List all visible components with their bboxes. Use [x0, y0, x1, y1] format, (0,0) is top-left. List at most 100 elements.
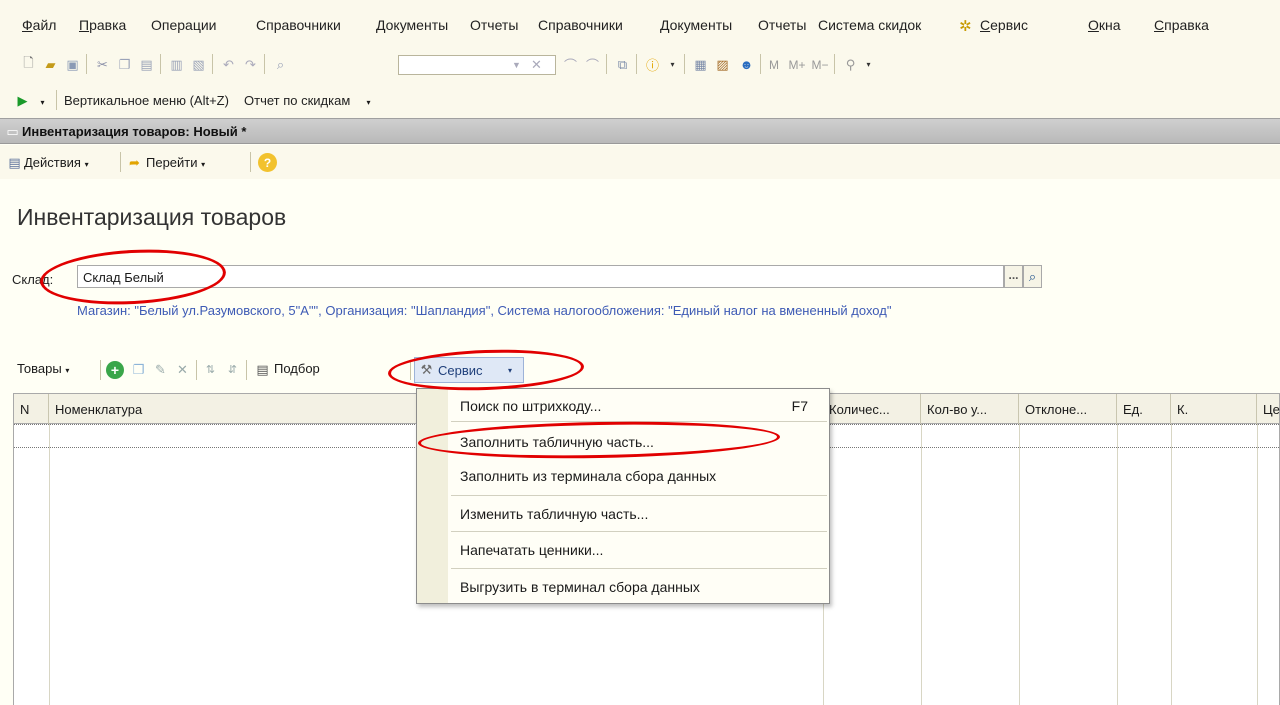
- menu-reports-2[interactable]: Отчеты: [758, 17, 806, 33]
- dropdown-arrow-icon[interactable]: ▾: [34, 94, 51, 111]
- info-icon[interactable]: ⓘ: [644, 56, 661, 73]
- copy-row-icon[interactable]: ❐: [130, 361, 147, 378]
- menu-item-upload-to-terminal[interactable]: Выгрузить в терминал сбора данных: [448, 574, 830, 600]
- menu-edit[interactable]: Правка: [79, 17, 126, 33]
- service-menu-button[interactable]: ⚒ Сервис ▾: [414, 357, 524, 383]
- warehouse-label: Склад:: [12, 272, 54, 287]
- menu-catalogs-2[interactable]: Справочники: [538, 17, 623, 33]
- warehouse-select-button[interactable]: ...: [1004, 265, 1023, 288]
- column-divider: [1257, 424, 1258, 705]
- menu-item-label: Изменить табличную часть...: [460, 506, 649, 522]
- toolbar-separator: [100, 360, 101, 380]
- calendar-icon[interactable]: ▨: [714, 56, 731, 73]
- warehouse-input[interactable]: Склад Белый: [77, 265, 1004, 288]
- warehouse-info-link[interactable]: Магазин: "Белый ул.Разумовского, 5"А"", …: [77, 303, 891, 318]
- tools-icon[interactable]: ⚲: [842, 56, 859, 73]
- dropdown-arrow-icon[interactable]: ▾: [664, 56, 681, 73]
- discount-report-button[interactable]: Отчет по скидкам: [244, 93, 350, 108]
- find-previous-icon[interactable]: ⌒: [562, 56, 579, 73]
- calculator-icon[interactable]: ▦: [692, 56, 709, 73]
- toolbar-separator: [606, 54, 607, 74]
- column-header-deviation[interactable]: Отклоне...: [1019, 394, 1117, 424]
- windows-icon[interactable]: ⧉: [614, 56, 631, 73]
- chevron-down-icon[interactable]: ▼: [508, 56, 525, 73]
- main-menu-bar: Файл Правка Операции Справочники Докумен…: [0, 0, 1280, 46]
- edit-row-icon[interactable]: ✎: [152, 361, 169, 378]
- new-document-icon[interactable]: 🗋: [20, 55, 37, 73]
- toolbar-separator: [86, 54, 87, 74]
- paste-icon[interactable]: ▤: [138, 56, 155, 73]
- menu-item-edit-table[interactable]: Изменить табличную часть...: [448, 501, 830, 527]
- memory-m-icon[interactable]: M: [766, 56, 782, 73]
- sort-descending-icon[interactable]: ⇵: [224, 361, 241, 378]
- menu-discount-system[interactable]: Система скидок: [818, 17, 921, 33]
- add-row-icon[interactable]: +: [106, 361, 124, 379]
- column-header-coefficient[interactable]: К.: [1171, 394, 1257, 424]
- dropdown-arrow-icon[interactable]: ▾: [360, 94, 377, 111]
- menu-reports[interactable]: Отчеты: [470, 17, 518, 33]
- menu-item-fill-from-terminal[interactable]: Заполнить из терминала сбора данных: [448, 463, 830, 489]
- sort-ascending-icon[interactable]: ⇅: [202, 361, 219, 378]
- toolbar-separator: [120, 152, 121, 172]
- undo-icon[interactable]: ↶: [220, 56, 237, 73]
- goods-label: Товары: [17, 361, 62, 376]
- menu-item-barcode-search[interactable]: Поиск по штрихкоду... F7: [448, 393, 830, 419]
- menu-catalogs[interactable]: Справочники: [256, 17, 341, 33]
- menu-item-fill-table[interactable]: Заполнить табличную часть...: [448, 429, 830, 455]
- menu-item-shortcut: F7: [791, 398, 808, 414]
- toolbar-separator: [636, 54, 637, 74]
- column-header-unit[interactable]: Ед.: [1117, 394, 1171, 424]
- document-actions-icon: ▤: [8, 154, 21, 170]
- menu-item-label: Заполнить табличную часть...: [460, 434, 654, 450]
- help-icon[interactable]: ?: [258, 153, 277, 172]
- menu-service[interactable]: Сервис: [980, 17, 1028, 33]
- copy-icon[interactable]: ❐: [116, 56, 133, 73]
- save-icon[interactable]: ▣: [64, 56, 81, 73]
- cut-icon[interactable]: ✂: [94, 56, 111, 73]
- column-divider: [1019, 424, 1020, 705]
- menu-item-print-price-tags[interactable]: Напечатать ценники...: [448, 537, 830, 563]
- column-header-accounted-quantity[interactable]: Кол-во у...: [921, 394, 1019, 424]
- redo-icon[interactable]: ↷: [242, 56, 259, 73]
- clear-search-icon[interactable]: ✕: [528, 56, 545, 73]
- column-header-n[interactable]: N: [14, 394, 49, 424]
- find-next-icon[interactable]: ⌒: [584, 56, 601, 73]
- goods-menu-button[interactable]: Товары ▾: [17, 361, 69, 376]
- column-divider: [1117, 424, 1118, 705]
- warehouse-open-button[interactable]: ⌕: [1023, 265, 1042, 288]
- column-header-quantity[interactable]: Количес...: [823, 394, 921, 424]
- toolbar-separator: [56, 90, 57, 110]
- goto-button[interactable]: Перейти ▾: [146, 155, 205, 170]
- menu-file[interactable]: Файл: [22, 17, 56, 33]
- print-icon[interactable]: ▥: [168, 56, 185, 73]
- document-window-title: Инвентаризация товаров: Новый *: [22, 124, 247, 139]
- document-toolbar: ▤ Действия ▾ ➦ Перейти ▾ ?: [0, 145, 1280, 179]
- menu-separator: [451, 568, 827, 569]
- column-divider: [921, 424, 922, 705]
- memory-plus-icon[interactable]: M+: [786, 56, 808, 73]
- toolbar-separator: [250, 152, 251, 172]
- delete-row-icon[interactable]: ✕: [174, 361, 191, 378]
- memory-minus-icon[interactable]: M−: [810, 56, 830, 73]
- selection-button[interactable]: Подбор: [274, 361, 320, 376]
- dropdown-arrow-icon[interactable]: ▾: [860, 56, 877, 73]
- print-preview-icon[interactable]: ▧: [190, 56, 207, 73]
- vertical-menu-button[interactable]: Вертикальное меню (Alt+Z): [64, 93, 229, 108]
- play-icon[interactable]: ▶: [14, 92, 31, 109]
- actions-label: Действия: [24, 155, 81, 170]
- menu-documents[interactable]: Документы: [376, 17, 448, 33]
- menu-help[interactable]: Справка: [1154, 17, 1209, 33]
- menu-documents-2[interactable]: Документы: [660, 17, 732, 33]
- chevron-down-icon: ▾: [508, 366, 513, 375]
- menu-windows[interactable]: Окна: [1088, 17, 1121, 33]
- column-divider: [1171, 424, 1172, 705]
- toolbar-separator: [196, 360, 197, 380]
- actions-button[interactable]: Действия ▾: [24, 155, 89, 170]
- search-icon[interactable]: ⌕: [272, 56, 289, 73]
- goods-toolbar: Товары ▾ + ❐ ✎ ✕ ⇅ ⇵ ▤ Подбор ⚒ Сервис ▾: [0, 355, 1280, 385]
- menu-operations[interactable]: Операции: [151, 17, 217, 33]
- open-folder-icon[interactable]: ▰: [42, 56, 59, 73]
- column-header-price[interactable]: Це: [1257, 394, 1280, 424]
- toolbar-separator: [212, 54, 213, 74]
- users-icon[interactable]: ☻: [738, 56, 755, 73]
